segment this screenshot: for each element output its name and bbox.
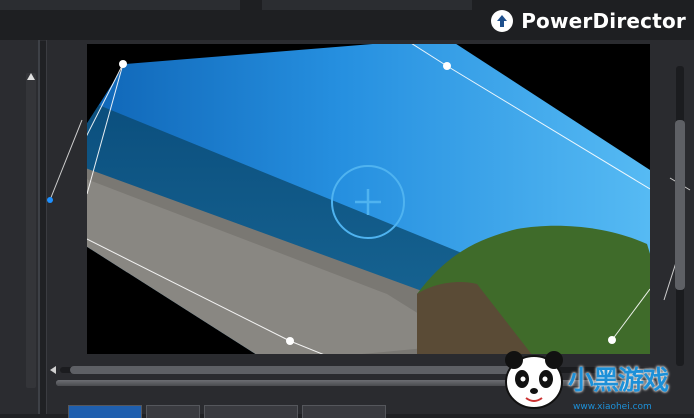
bottom-tabs	[68, 405, 386, 418]
tab[interactable]	[302, 405, 386, 418]
vertical-scrollbar[interactable]	[673, 40, 687, 370]
watermark-url: www.xiaohei.com	[573, 402, 652, 412]
panel-divider	[38, 40, 40, 414]
title-bar-strip	[0, 0, 240, 10]
scroll-up-icon[interactable]	[27, 73, 35, 80]
title-bar-strip	[262, 0, 472, 10]
app-brand: PowerDirector	[491, 8, 686, 34]
tab[interactable]	[146, 405, 200, 418]
tab[interactable]	[204, 405, 298, 418]
left-scrollbar[interactable]	[26, 73, 36, 388]
title-bar: PowerDirector	[0, 0, 694, 41]
tab[interactable]	[68, 405, 142, 418]
panda-logo-icon	[505, 351, 563, 409]
scrollbar-thumb[interactable]	[70, 366, 540, 374]
app-name: PowerDirector	[521, 9, 686, 33]
resize-handle[interactable]	[47, 197, 53, 203]
upload-arrow-icon[interactable]	[491, 10, 514, 32]
left-panel	[0, 40, 40, 414]
watermark: 小黑游戏 www.xiaohei.com	[496, 340, 694, 414]
scrollbar-thumb[interactable]	[675, 120, 685, 290]
scroll-left-icon[interactable]	[50, 366, 56, 374]
watermark-text: 小黑游戏	[568, 366, 669, 396]
